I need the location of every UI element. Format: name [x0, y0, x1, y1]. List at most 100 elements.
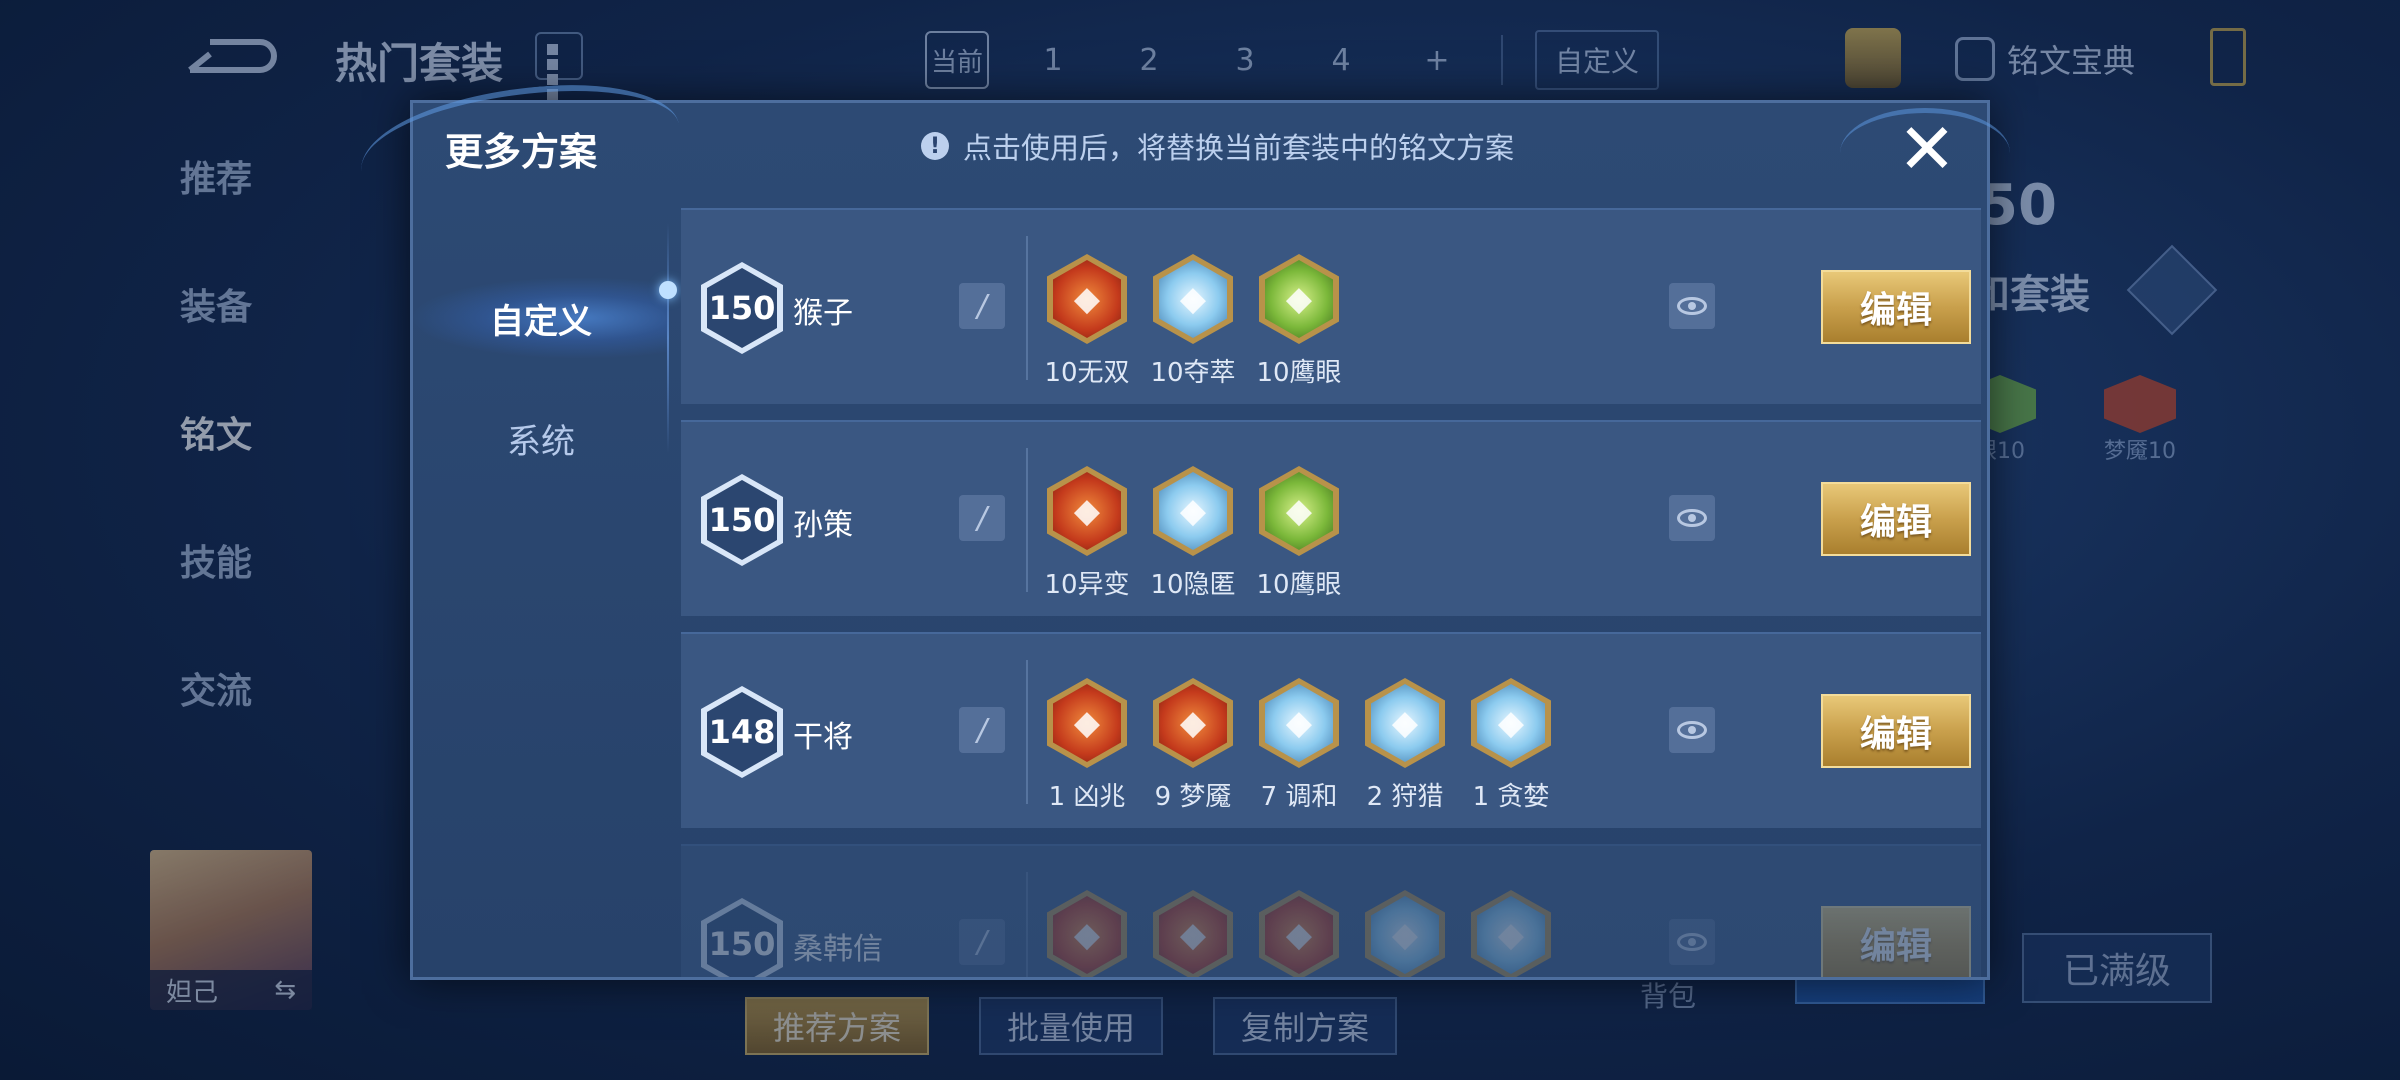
- preview-eye-icon[interactable]: [1669, 495, 1715, 541]
- edit-button[interactable]: 编辑: [1821, 482, 1971, 556]
- plan-level: 148: [707, 692, 777, 772]
- rune-item: ◆ 1 凶兆: [1047, 678, 1127, 813]
- edit-button[interactable]: 编辑: [1821, 906, 1971, 977]
- tab-3[interactable]: 3: [1213, 31, 1277, 89]
- rune-label: 10夺萃: [1150, 358, 1236, 388]
- rune-shoulie-icon: ◆: [1365, 678, 1445, 768]
- rename-pen-icon[interactable]: /: [959, 495, 1005, 541]
- sidebar-divider: [667, 223, 669, 453]
- edit-button[interactable]: 编辑: [1821, 270, 1971, 344]
- preview-eye-icon[interactable]: [1669, 919, 1715, 965]
- rune-label: 2 狩猎: [1366, 782, 1444, 812]
- rune-label: 10隐匿: [1150, 570, 1236, 600]
- tab-1[interactable]: 1: [1021, 31, 1085, 89]
- rune-icon: ◆: [1259, 890, 1339, 977]
- rename-pen-icon[interactable]: /: [959, 283, 1005, 329]
- left-nav: 推荐 装备 铭文 技能 交流: [180, 150, 252, 714]
- rune-label: 1 贪婪: [1472, 782, 1550, 812]
- rune-label: 10鹰眼: [1256, 570, 1342, 600]
- plan-level: 150: [707, 904, 777, 977]
- rune-yinni-icon: ◆: [1153, 466, 1233, 556]
- rune-list: ◆ 1 凶兆 ◆ 9 梦魇 ◆ 7 调和 ◆ 2 狩猎 ◆ 1 贪婪: [1047, 678, 1551, 813]
- rune-yibian-icon: ◆: [1047, 466, 1127, 556]
- signal-icon: [2210, 28, 2246, 86]
- plan-level: 150: [707, 480, 777, 560]
- level-hex: 150: [701, 262, 783, 354]
- rune-item: ◆ 9 梦魇: [1153, 678, 1233, 813]
- rune-icon: ◆: [1153, 890, 1233, 977]
- custom-button[interactable]: 自定义: [1535, 30, 1660, 90]
- codex-button[interactable]: 铭文宝典: [1955, 36, 2135, 82]
- level-hex: 148: [701, 686, 783, 778]
- rune-tanlan-icon: ◆: [1471, 678, 1551, 768]
- divider: [1501, 35, 1503, 85]
- hero-name: 妲己: [166, 977, 219, 1008]
- bag-label[interactable]: 背包: [1640, 975, 1696, 1015]
- level-hex: 150: [701, 474, 783, 566]
- tab-2[interactable]: 2: [1117, 31, 1181, 89]
- back-arrow-icon[interactable]: [180, 30, 280, 80]
- rune-list: ◆ 10异变 ◆ 10隐匿 ◆ 10鹰眼: [1044, 466, 1342, 601]
- nav-runes[interactable]: 铭文: [180, 406, 252, 458]
- tab-4[interactable]: 4: [1309, 31, 1373, 89]
- grid-icon[interactable]: [535, 32, 583, 100]
- preview-eye-icon[interactable]: [1669, 707, 1715, 753]
- rune-item: ◆ 10鹰眼: [1256, 254, 1342, 389]
- rename-pen-icon[interactable]: /: [959, 707, 1005, 753]
- rune-yingyan-icon: ◆: [1259, 254, 1339, 344]
- rune-item: ◆ 10隐匿: [1150, 466, 1236, 601]
- nav-skills[interactable]: 技能: [180, 534, 252, 586]
- rune-bag-icon[interactable]: [1845, 28, 1901, 88]
- rune-label: 1 凶兆: [1048, 782, 1126, 812]
- nav-equipment[interactable]: 装备: [180, 278, 252, 330]
- codex-icon: [1955, 37, 1995, 81]
- nav-recommend[interactable]: 推荐: [180, 150, 252, 202]
- rune-mengyan-icon: ◆: [1153, 678, 1233, 768]
- bottom-actions: 推荐方案 批量使用 复制方案: [745, 997, 1398, 1055]
- rune-icon: ◆: [1471, 890, 1551, 977]
- active-indicator: [659, 281, 677, 299]
- rune-item: ◆: [1365, 890, 1445, 977]
- hero-name-bar[interactable]: 妲己 ⇆: [150, 970, 312, 1010]
- plan-list: 150 猴子 / ◆ 10无双 ◆ 10夺萃 ◆ 10鹰眼 编辑 150 孙策 …: [681, 208, 1981, 977]
- plan-type-sidebar: 自定义 系统: [413, 213, 669, 977]
- nav-exchange[interactable]: 交流: [180, 662, 252, 714]
- page-title: 热门套装: [335, 39, 504, 88]
- rename-pen-icon[interactable]: /: [959, 919, 1005, 965]
- rune-item: ◆ 2 狩猎: [1365, 678, 1445, 813]
- rune-wushuang-icon: ◆: [1047, 254, 1127, 344]
- plan-level: 150: [707, 268, 777, 348]
- info-icon: !: [921, 132, 949, 160]
- plan-name: 桑韩信: [793, 932, 883, 967]
- maxed-button[interactable]: 已满级: [2022, 933, 2212, 1003]
- recommend-plan-button[interactable]: 推荐方案: [745, 997, 930, 1055]
- plan-row: 150 猴子 / ◆ 10无双 ◆ 10夺萃 ◆ 10鹰眼 编辑: [681, 208, 1981, 404]
- preview-eye-icon[interactable]: [1669, 283, 1715, 329]
- rune-item: ◆ 10异变: [1044, 466, 1130, 601]
- rune-label: 9 梦魇: [1154, 782, 1232, 812]
- rune-list: ◆ 10无双 ◆ 10夺萃 ◆ 10鹰眼: [1044, 254, 1342, 389]
- rune-item: ◆: [1153, 890, 1233, 977]
- plan-row: 150 桑韩信 / ◆ ◆ ◆ ◆ ◆ 编辑: [681, 844, 1981, 977]
- rune-item: ◆: [1047, 890, 1127, 977]
- rune-label: 10异变: [1044, 570, 1130, 600]
- rune-list: ◆ ◆ ◆ ◆ ◆: [1047, 890, 1551, 977]
- divider: [1026, 448, 1028, 592]
- divider: [1026, 872, 1028, 977]
- add-page-button[interactable]: +: [1405, 31, 1469, 89]
- edit-button[interactable]: 编辑: [1821, 694, 1971, 768]
- notice-label: 点击使用后，将替换当前套装中的铭文方案: [963, 131, 1515, 165]
- rune-icon: ◆: [1365, 890, 1445, 977]
- current-runes: 眼10 梦魇10: [1960, 375, 2180, 465]
- menu-icon[interactable]: [2126, 244, 2218, 336]
- copy-plan-button[interactable]: 复制方案: [1213, 997, 1398, 1055]
- tab-custom[interactable]: 自定义: [413, 278, 669, 358]
- divider: [1026, 660, 1028, 804]
- batch-use-button[interactable]: 批量使用: [979, 997, 1164, 1055]
- tab-current[interactable]: 当前: [925, 31, 989, 89]
- rune-item: ◆: [1471, 890, 1551, 977]
- tab-system[interactable]: 系统: [413, 398, 669, 478]
- rune-item: ◆ 10无双: [1044, 254, 1130, 389]
- rune-label: 10无双: [1044, 358, 1130, 388]
- level-hex: 150: [701, 898, 783, 977]
